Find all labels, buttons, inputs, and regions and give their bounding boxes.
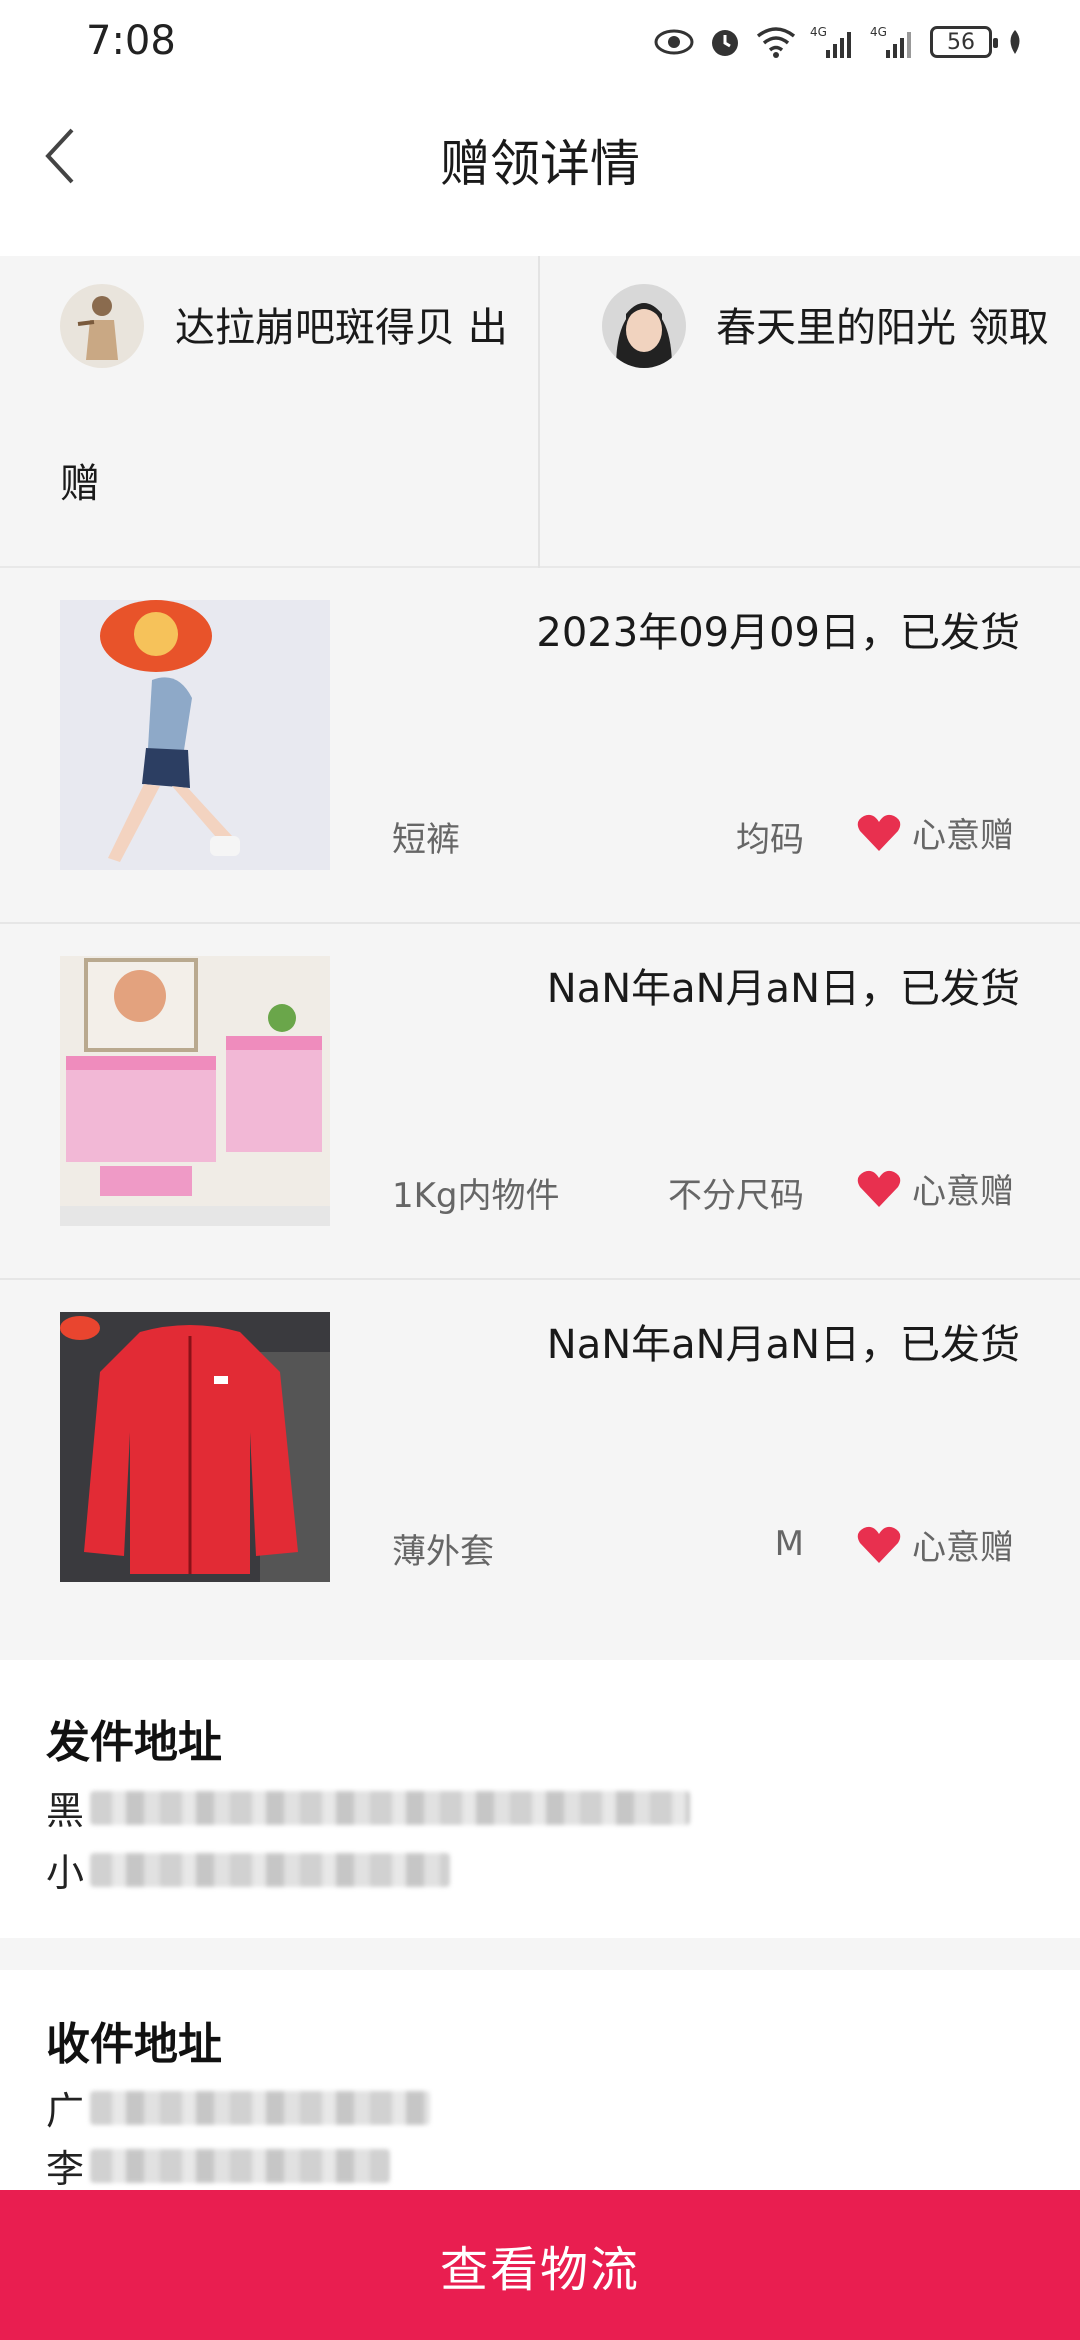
view-logistics-label: 查看物流 xyxy=(439,2242,640,2298)
sender-address-label: 发件地址 xyxy=(46,1717,222,1768)
receiver-address-label: 收件地址 xyxy=(46,2019,222,2070)
receiver-address-text: 广 xyxy=(46,2089,85,2133)
giver-name: 达拉崩吧斑得贝 出赠 xyxy=(60,305,508,507)
item-photo-shorts xyxy=(60,600,330,870)
gift-type-badge: 心意赠 xyxy=(856,1520,1014,1569)
sender-address-text: 黑 xyxy=(46,1789,85,1833)
item-size: 均码 xyxy=(736,820,804,860)
sender-contact-text: 小 xyxy=(46,1851,85,1895)
sender-address-line: 黑 xyxy=(46,1780,691,1835)
sender-contact-line: 小 xyxy=(46,1842,451,1897)
heart-icon xyxy=(857,1526,901,1563)
item-size: 不分尺码 xyxy=(668,1176,804,1216)
heart-icon xyxy=(857,1170,901,1207)
item-date: NaN年aN月aN日，已发货 xyxy=(546,966,1020,1012)
item-category: 1Kg内物件 xyxy=(392,1176,560,1216)
nav-bar: 赠领详情 xyxy=(0,84,1080,256)
svg-text:4G: 4G xyxy=(810,25,827,39)
gift-type-label: 心意赠 xyxy=(912,1172,1014,1212)
view-logistics-button[interactable]: 查看物流 xyxy=(0,2190,1080,2340)
participants-panel: 达拉崩吧斑得贝 出赠 春天里的阳光 领取 xyxy=(0,256,1080,568)
item-photo-furniture-covers xyxy=(60,956,330,1226)
receiver-address-line: 广 xyxy=(46,2080,431,2135)
redacted-mosaic xyxy=(90,2090,431,2125)
gift-item[interactable]: 2023年09月09日，已发货 短裤 均码 心意赠 xyxy=(0,568,1080,924)
section-divider xyxy=(0,1938,1080,1970)
giver-section: 达拉崩吧斑得贝 出赠 xyxy=(0,256,540,568)
svg-text:4G: 4G xyxy=(870,25,887,39)
item-photo-jacket xyxy=(60,1312,330,1582)
alarm-icon xyxy=(708,25,742,59)
redacted-mosaic xyxy=(90,1852,451,1887)
receiver-contact-text: 李 xyxy=(46,2147,85,2191)
receiver-contact-line: 李 xyxy=(46,2138,391,2193)
sender-address-section: 发件地址 黑 小 xyxy=(0,1670,1080,1938)
battery-icon: 56 xyxy=(930,26,998,58)
status-bar: 7:08 4G 4G 56 xyxy=(0,0,1080,84)
wifi-icon xyxy=(756,26,796,58)
gift-item[interactable]: NaN年aN月aN日，已发货 1Kg内物件 不分尺码 心意赠 xyxy=(0,924,1080,1280)
item-date: NaN年aN月aN日，已发货 xyxy=(546,1322,1020,1368)
redacted-mosaic xyxy=(90,2148,391,2183)
receiver-address-section: 收件地址 广 李 xyxy=(0,1970,1080,2193)
status-icons: 4G 4G 56 xyxy=(654,18,1024,66)
leaf-icon xyxy=(1006,28,1024,56)
receiver-section: 春天里的阳光 领取 xyxy=(542,256,1080,568)
item-date: 2023年09月09日，已发货 xyxy=(536,610,1020,656)
status-time: 7:08 xyxy=(86,18,176,64)
signal-icon-1: 4G xyxy=(810,24,856,60)
receiver-avatar[interactable] xyxy=(602,284,686,368)
signal-icon-2: 4G xyxy=(870,24,916,60)
redacted-mosaic xyxy=(90,1790,691,1825)
eye-icon xyxy=(654,28,694,56)
gift-type-badge: 心意赠 xyxy=(856,808,1014,857)
battery-level: 56 xyxy=(947,29,975,55)
item-category: 短裤 xyxy=(392,820,460,860)
item-category: 薄外套 xyxy=(392,1532,494,1572)
gift-type-badge: 心意赠 xyxy=(856,1164,1014,1213)
gift-items-list: 2023年09月09日，已发货 短裤 均码 心意赠 NaN年aN月aN日，已发货 xyxy=(0,568,1080,1660)
gift-type-label: 心意赠 xyxy=(912,1528,1014,1568)
heart-icon xyxy=(857,814,901,851)
item-size: M xyxy=(774,1524,804,1564)
page-title: 赠领详情 xyxy=(440,135,640,193)
gift-item[interactable]: NaN年aN月aN日，已发货 薄外套 M 心意赠 xyxy=(0,1280,1080,1660)
gift-type-label: 心意赠 xyxy=(912,816,1014,856)
receiver-name: 春天里的阳光 领取 xyxy=(716,305,1049,351)
